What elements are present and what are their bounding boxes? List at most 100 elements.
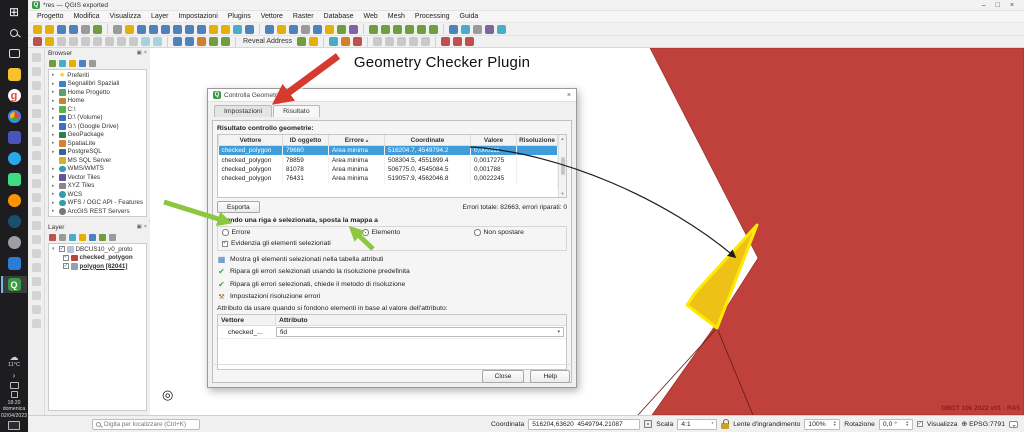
add-group-icon[interactable] xyxy=(59,234,66,241)
search-button[interactable] xyxy=(1,24,27,41)
paste-features-icon[interactable] xyxy=(129,37,138,46)
browser-item-arcgis[interactable]: ▸ArcGIS REST Servers xyxy=(49,207,146,216)
properties-widget-icon[interactable] xyxy=(89,60,96,67)
layout-manager-icon[interactable] xyxy=(81,25,90,34)
identify-tool-icon[interactable] xyxy=(173,37,182,46)
crs-status-button[interactable]: ⊕EPSG:7791 xyxy=(961,420,1005,428)
layer-visibility-checkbox[interactable]: ✓ xyxy=(63,255,69,261)
sum-statistics-icon[interactable] xyxy=(485,25,494,34)
data-source-manager-icon[interactable] xyxy=(369,25,378,34)
pan-to-selection-icon[interactable] xyxy=(125,25,134,34)
browser-item-wfs[interactable]: ▸WFS / OGC API - Features xyxy=(49,199,146,208)
col-errore[interactable]: Errore ▴ xyxy=(329,135,385,146)
lock-scale-icon[interactable] xyxy=(721,423,729,429)
menu-layer[interactable]: Layer xyxy=(146,13,174,20)
python-console-icon[interactable] xyxy=(461,25,470,34)
zoom-out-icon[interactable] xyxy=(149,25,158,34)
editing-tool-icon[interactable] xyxy=(32,151,41,160)
photos-app-button[interactable] xyxy=(1,171,27,188)
editing-tool-icon[interactable] xyxy=(32,123,41,132)
layer-visibility-checkbox[interactable]: ✓ xyxy=(63,263,69,269)
menu-plugins[interactable]: Plugins xyxy=(223,13,256,20)
browser-item-mssql[interactable]: ▸MS SQL Server xyxy=(49,156,146,165)
menu-processing[interactable]: Processing xyxy=(410,13,455,20)
reveal-address-label[interactable]: Reveal Address xyxy=(241,38,294,45)
tray-expand-icon[interactable]: › xyxy=(13,371,16,380)
menu-vettore[interactable]: Vettore xyxy=(256,13,288,20)
refresh-map-icon[interactable] xyxy=(245,25,254,34)
browser-item-c-drive[interactable]: ▸C:\ xyxy=(49,105,146,114)
browser-item-geopackage[interactable]: ▸GeoPackage xyxy=(49,131,146,140)
task-view-button[interactable] xyxy=(1,45,27,62)
remove-layer-icon[interactable] xyxy=(109,234,116,241)
weather-widget[interactable]: ☁ 11°C xyxy=(8,353,20,368)
layer-group-row[interactable]: ▾ ✓ DBCUS10_v0_proto xyxy=(49,245,146,254)
expand-all-icon[interactable] xyxy=(99,234,106,241)
browser-item-vector-tiles[interactable]: ▸Vector Tiles xyxy=(49,173,146,182)
browser-item-home-progetto[interactable]: ▸Home Progetto xyxy=(49,88,146,97)
zoom-full-icon[interactable] xyxy=(161,25,170,34)
group-visibility-checkbox[interactable]: ✓ xyxy=(59,246,65,252)
dialog-close-button[interactable]: × xyxy=(567,92,571,99)
add-vector-layer-icon[interactable] xyxy=(381,25,390,34)
teams-button[interactable] xyxy=(1,129,27,146)
editing-tool-icon[interactable] xyxy=(32,235,41,244)
close-button[interactable]: Close xyxy=(482,370,525,383)
touch-keyboard-icon[interactable] xyxy=(8,421,20,430)
col-id-oggetto[interactable]: ID oggetto xyxy=(283,135,329,146)
app-g-button[interactable]: g xyxy=(1,87,27,104)
col-risoluzione[interactable]: Risoluzione xyxy=(517,135,558,146)
add-feature-icon[interactable] xyxy=(69,37,78,46)
add-raster-layer-icon[interactable] xyxy=(393,25,402,34)
highlight-checkbox[interactable]: ✓ xyxy=(222,241,228,247)
menu-modifica[interactable]: Modifica xyxy=(68,13,104,20)
processing-toolbox-icon[interactable] xyxy=(497,25,506,34)
menu-mesh[interactable]: Mesh xyxy=(383,13,410,20)
annotation-marker-icon[interactable] xyxy=(465,37,474,46)
editing-tool-icon[interactable] xyxy=(32,81,41,90)
select-features-icon[interactable] xyxy=(277,25,286,34)
highlight-checkbox-row[interactable]: ✓ Evidenzia gli elementi selezionati xyxy=(222,240,562,247)
tab-impostazioni[interactable]: Impostazioni xyxy=(214,105,272,117)
editing-tool-icon[interactable] xyxy=(32,137,41,146)
table-row[interactable]: checked_polygon79660Area minima516204.7,… xyxy=(219,146,558,156)
zoom-next-icon[interactable] xyxy=(197,25,206,34)
chrome-button[interactable] xyxy=(1,108,27,125)
col-valore[interactable]: Valore xyxy=(471,135,517,146)
label-change-icon[interactable] xyxy=(421,37,430,46)
col-coordinate[interactable]: Coordinate xyxy=(385,135,471,146)
attribute-table-icon[interactable] xyxy=(313,25,322,34)
delete-selected-icon[interactable] xyxy=(93,37,102,46)
label-rotate-icon[interactable] xyxy=(409,37,418,46)
help-button[interactable]: Help xyxy=(530,370,570,383)
resolution-settings-button[interactable]: ⚒ Impostazioni risoluzione errori xyxy=(217,292,567,301)
locate-input[interactable] xyxy=(92,419,200,430)
label-pin-icon[interactable] xyxy=(373,37,382,46)
table-row[interactable]: checked_polygon81078Area minima506775.0,… xyxy=(219,165,558,174)
add-delimited-text-icon[interactable] xyxy=(417,25,426,34)
editing-tool-icon[interactable] xyxy=(32,193,41,202)
menu-visualizza[interactable]: Visualizza xyxy=(105,13,146,20)
options-icon[interactable] xyxy=(473,25,482,34)
close-window-button[interactable]: × xyxy=(1010,2,1014,9)
browser-item-xyz-tiles[interactable]: ▸XYZ Tiles xyxy=(49,182,146,191)
browser-item-d-drive[interactable]: ▸D:\ (Volume) xyxy=(49,114,146,123)
label-move-icon[interactable] xyxy=(397,37,406,46)
maximize-button[interactable]: □ xyxy=(996,2,1000,9)
browser-item-home[interactable]: ▸Home xyxy=(49,97,146,106)
kml-tools-icon[interactable] xyxy=(185,37,194,46)
save-project-icon[interactable] xyxy=(57,25,66,34)
network-icon[interactable] xyxy=(10,382,19,389)
open-project-icon[interactable] xyxy=(45,25,54,34)
editing-tool-icon[interactable] xyxy=(32,179,41,188)
new-project-icon[interactable] xyxy=(33,25,42,34)
editing-tool-icon[interactable] xyxy=(32,319,41,328)
firefox-button[interactable] xyxy=(1,192,27,209)
scroll-down-icon[interactable]: ▼ xyxy=(561,191,565,196)
scroll-up-icon[interactable]: ▲ xyxy=(561,136,565,141)
copy-features-icon[interactable] xyxy=(117,37,126,46)
style-manager-icon[interactable] xyxy=(93,25,102,34)
table-row[interactable]: checked_polygon76431Area minima519057.9,… xyxy=(219,174,558,183)
menu-web[interactable]: Web xyxy=(359,13,383,20)
editing-tool-icon[interactable] xyxy=(32,263,41,272)
